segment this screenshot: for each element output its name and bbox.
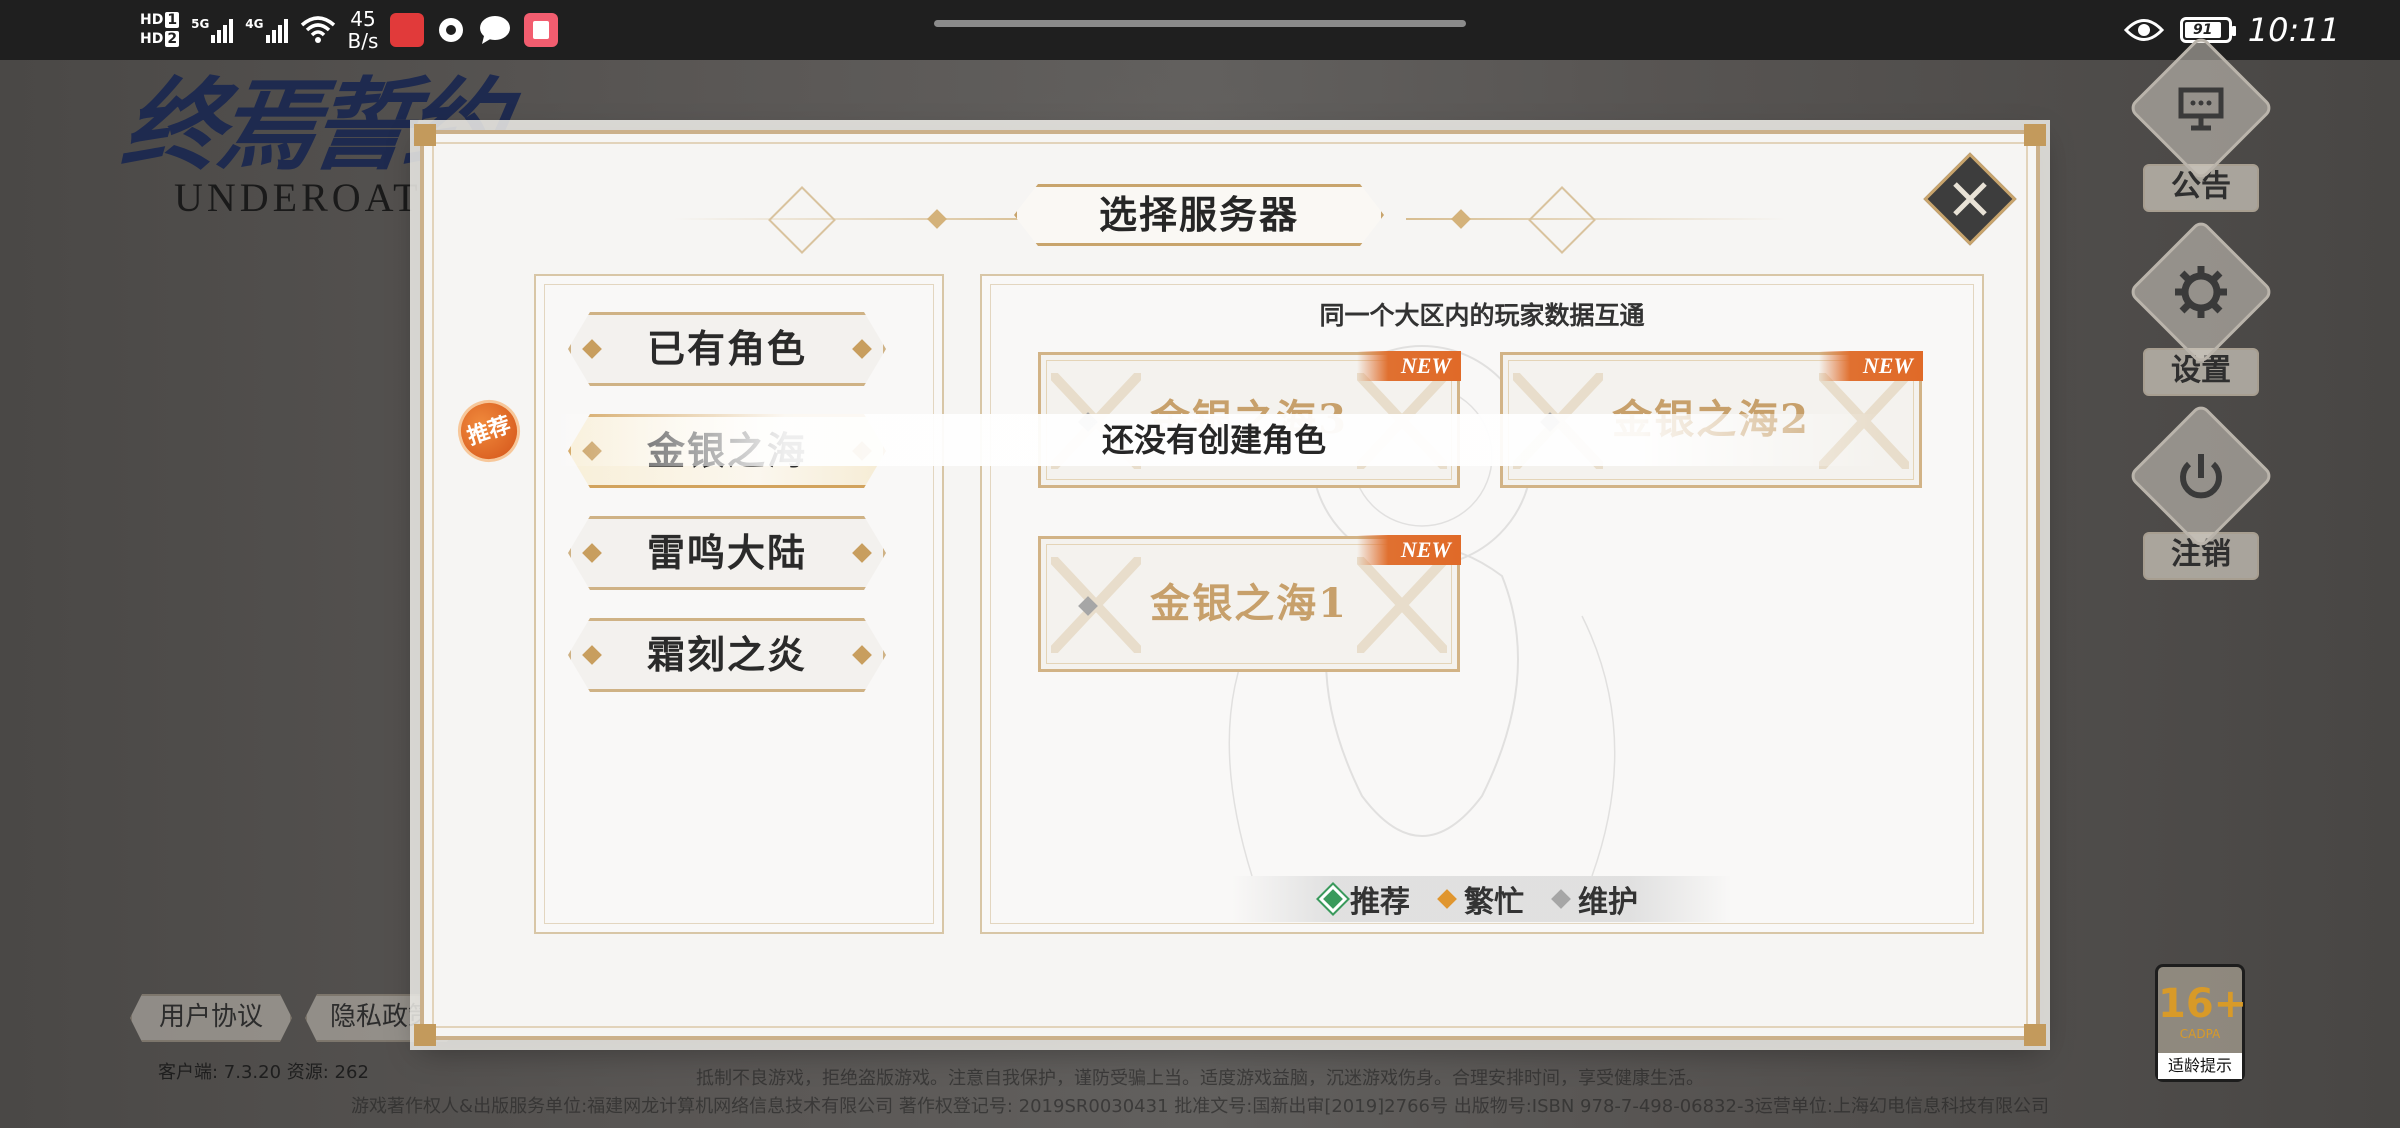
dialog-header: 选择服务器	[424, 184, 2036, 254]
legend-maintenance: 维护	[1551, 877, 1638, 921]
region-tab-shuangke-zhi-yan[interactable]: 霜刻之炎	[568, 618, 886, 692]
user-agreement-link[interactable]: 用户协议	[130, 994, 292, 1042]
age-rating-badge[interactable]: 16+ CADPA 适龄提示	[2155, 964, 2248, 1082]
logout-button[interactable]: 注销	[2127, 402, 2275, 580]
region-info-text: 同一个大区内的玩家数据互通	[1319, 301, 1645, 330]
copyright-notice: 游戏著作权人&出版服务单位:福建网龙计算机网络信息技术有限公司 著作权登记号: …	[351, 1096, 2049, 1117]
corner-ornament	[414, 124, 436, 146]
notice-board-icon	[2178, 87, 2224, 131]
clock: 10:11	[2247, 11, 2340, 49]
notice-button[interactable]: 公告	[2127, 34, 2275, 212]
home-indicator	[934, 20, 1466, 27]
status-bar: HD 1 HD 2 5G 4G 45 B/s 91 10:11	[0, 0, 2400, 60]
gear-icon	[2175, 266, 2227, 318]
region-tab-existing-characters[interactable]: 已有角色	[568, 312, 886, 386]
recommended-diamond-icon	[1323, 889, 1343, 909]
eye-icon	[2123, 19, 2164, 41]
circle-app-icon	[439, 18, 464, 42]
title-dot-ornament	[1451, 209, 1471, 229]
busy-diamond-icon	[1437, 889, 1457, 909]
server-status-legend: 推荐 繁忙 维护	[1232, 876, 1732, 922]
wifi-icon	[300, 16, 335, 43]
title-diamond-ornament	[768, 186, 836, 254]
legend-recommended: 推荐	[1323, 877, 1410, 921]
new-tag: NEW	[1357, 535, 1461, 565]
server-select-dialog: 选择服务器 已有角色 金银之海 雷鸣大陆 霜刻之炎 推荐 同一个大区内的玩家数据…	[414, 124, 2046, 1046]
sim2-indicator: HD 2	[140, 31, 180, 47]
new-tag: NEW	[1819, 351, 1923, 381]
legend-busy: 繁忙	[1437, 877, 1524, 921]
title-dot-ornament	[927, 209, 947, 229]
signal-5g-icon: 5G	[191, 17, 234, 43]
title-diamond-ornament	[1528, 186, 1596, 254]
server-grid: 同一个大区内的玩家数据互通 金银之海3 NEW 金银之海2 NEW 金银之海1 …	[980, 274, 1984, 934]
signal-4g-icon: 4G	[245, 17, 288, 43]
region-list: 已有角色 金银之海 雷鸣大陆 霜刻之炎	[534, 274, 944, 934]
maintenance-diamond-icon	[1551, 889, 1571, 909]
corner-ornament	[2024, 1024, 2046, 1046]
recommended-badge: 推荐	[449, 391, 529, 471]
settings-button[interactable]: 设置	[2127, 218, 2275, 396]
dialog-title: 选择服务器	[1098, 192, 1299, 237]
corner-ornament	[414, 1024, 436, 1046]
close-icon	[1953, 182, 1987, 216]
age-rating-number: 16+	[2158, 981, 2248, 1027]
power-icon	[2180, 454, 2222, 499]
chat-app-icon	[480, 16, 511, 44]
new-tag: NEW	[1357, 351, 1461, 381]
sim1-indicator: HD 1	[140, 12, 180, 28]
network-speed: 45 B/s	[347, 7, 379, 53]
server-card[interactable]: 金银之海1 NEW	[1038, 535, 1461, 672]
age-rating-org: CADPA	[2179, 1027, 2221, 1041]
huawei-app-icon	[390, 13, 425, 47]
age-rating-tip: 适龄提示	[2158, 1053, 2242, 1079]
health-notice: 抵制不良游戏，拒绝盗版游戏。注意自我保护，谨防受骗上当。适度游戏益脑，沉迷游戏伤…	[696, 1068, 1704, 1089]
corner-ornament	[2024, 124, 2046, 146]
toast-message: 还没有创建角色	[544, 414, 1884, 466]
region-tab-leiming-dalu[interactable]: 雷鸣大陆	[568, 516, 886, 590]
book-app-icon	[524, 13, 559, 47]
